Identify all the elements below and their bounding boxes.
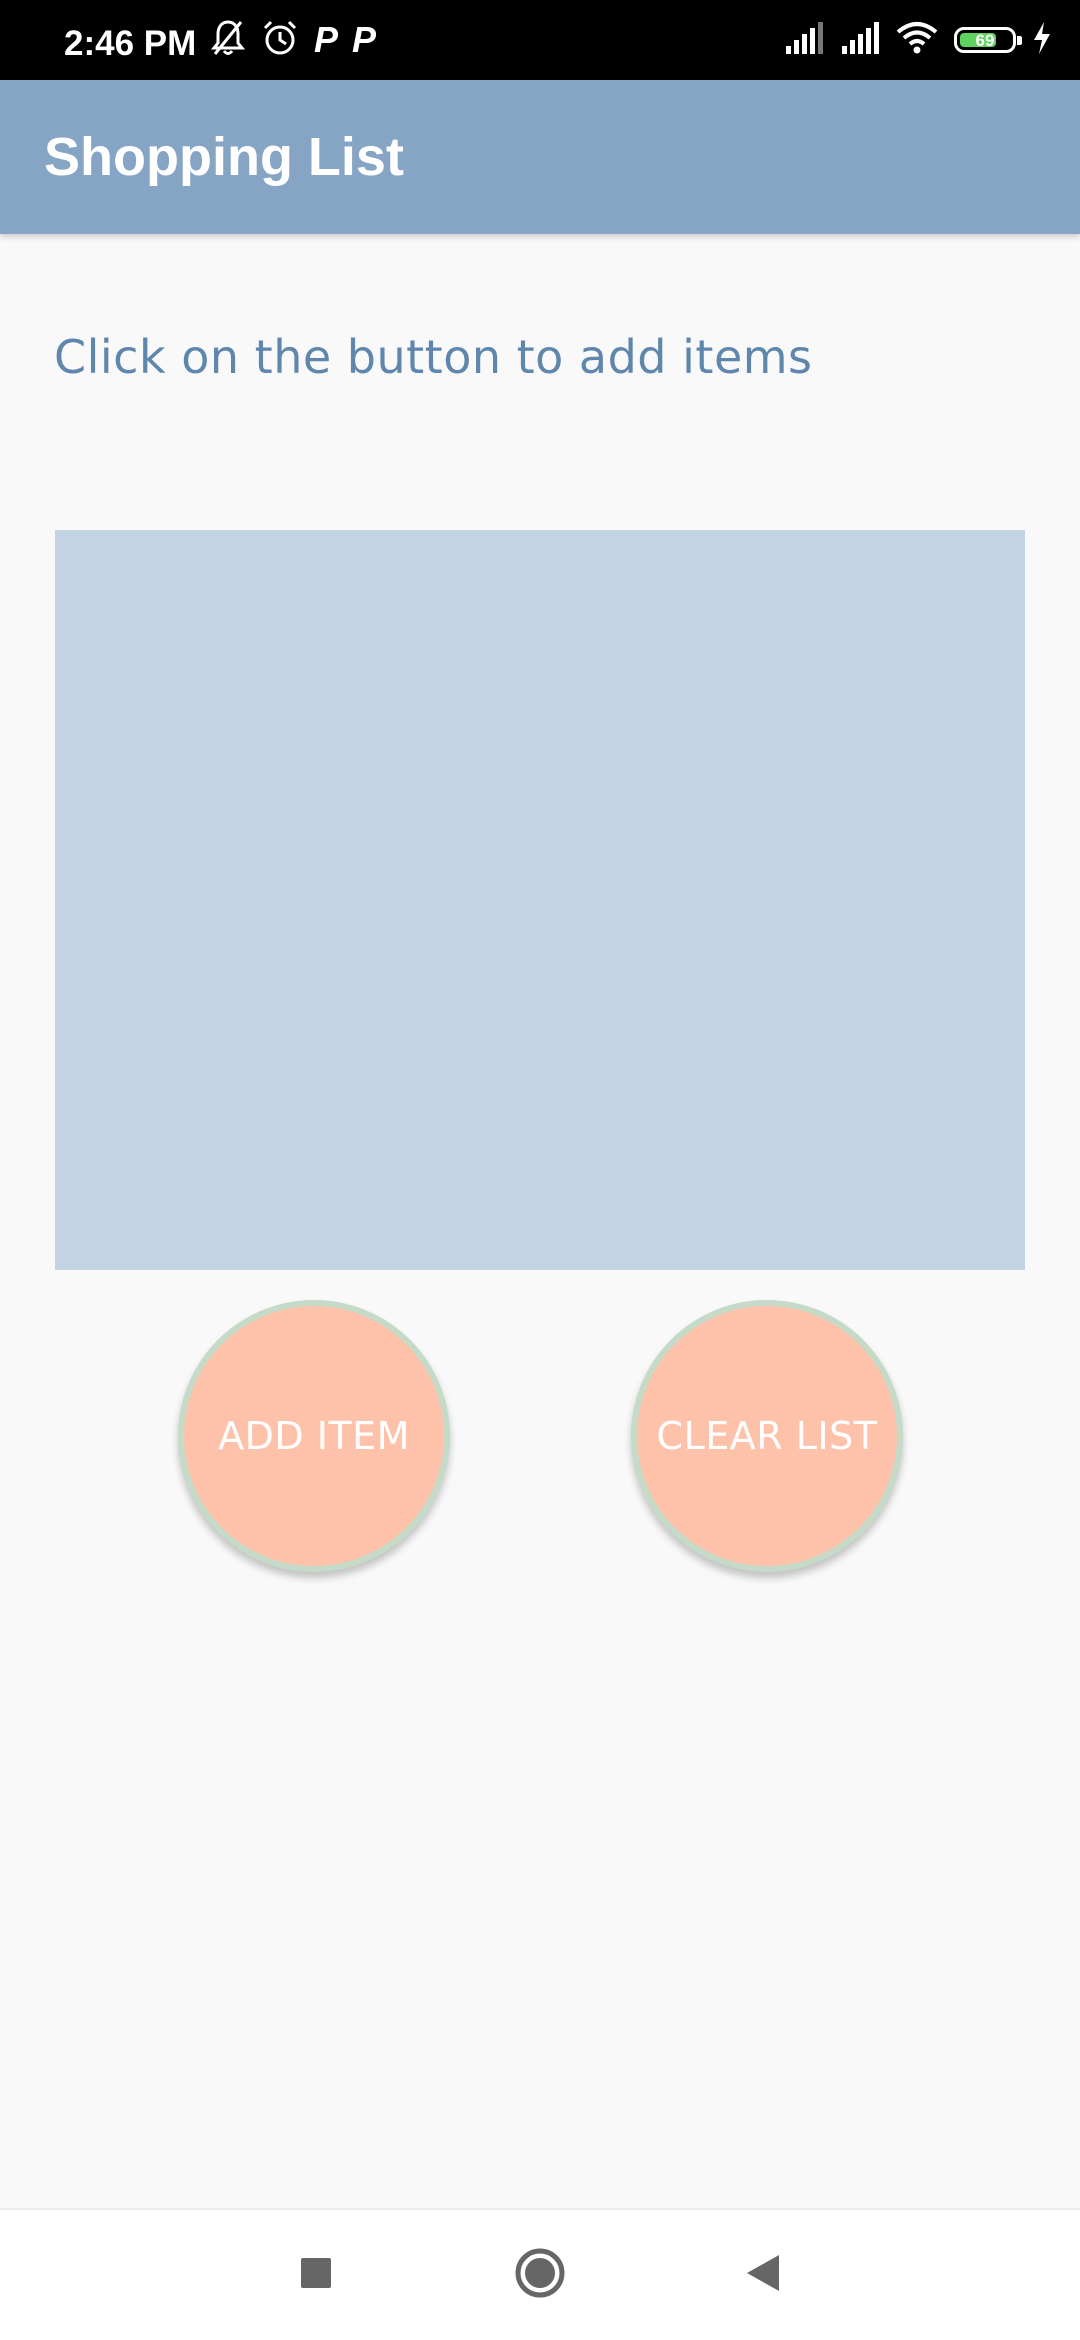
status-left-icons: P P: [210, 18, 376, 62]
status-bar: 2:46 PM P P 69: [0, 0, 1080, 80]
wifi-icon: [896, 21, 938, 60]
recent-apps-icon: [299, 2256, 333, 2295]
recent-apps-button[interactable]: [281, 2240, 351, 2310]
clear-list-button[interactable]: CLEAR LIST: [631, 1300, 903, 1572]
status-right-icons: 69: [784, 18, 1052, 62]
battery-icon: 69: [954, 27, 1022, 53]
screen: 2:46 PM P P 69 Shopping List Click on th…: [0, 0, 1080, 2340]
app-title: Shopping List: [44, 127, 404, 187]
hint-text: Click on the button to add items: [54, 330, 813, 384]
p-notification-icon: P: [352, 19, 377, 60]
alarm-icon: [260, 18, 300, 63]
home-icon: [514, 2247, 566, 2304]
p-notification-icon: P: [314, 19, 339, 60]
battery-cap: [1017, 36, 1022, 45]
back-button[interactable]: [728, 2240, 798, 2310]
back-icon: [745, 2253, 781, 2298]
charging-icon: [1032, 21, 1052, 59]
shopping-list-area[interactable]: [55, 530, 1025, 1270]
signal-icon: [784, 21, 824, 59]
status-time: 2:46 PM: [64, 24, 197, 63]
app-bar: Shopping List: [0, 80, 1080, 234]
home-button[interactable]: [505, 2240, 575, 2310]
signal-icon: [840, 21, 880, 59]
bell-off-icon: [210, 18, 246, 63]
add-item-label: ADD ITEM: [218, 1414, 410, 1458]
battery-level: 69: [975, 30, 995, 50]
add-item-button[interactable]: ADD ITEM: [178, 1300, 450, 1572]
clear-list-label: CLEAR LIST: [656, 1414, 878, 1458]
navigation-bar: [0, 2208, 1080, 2340]
